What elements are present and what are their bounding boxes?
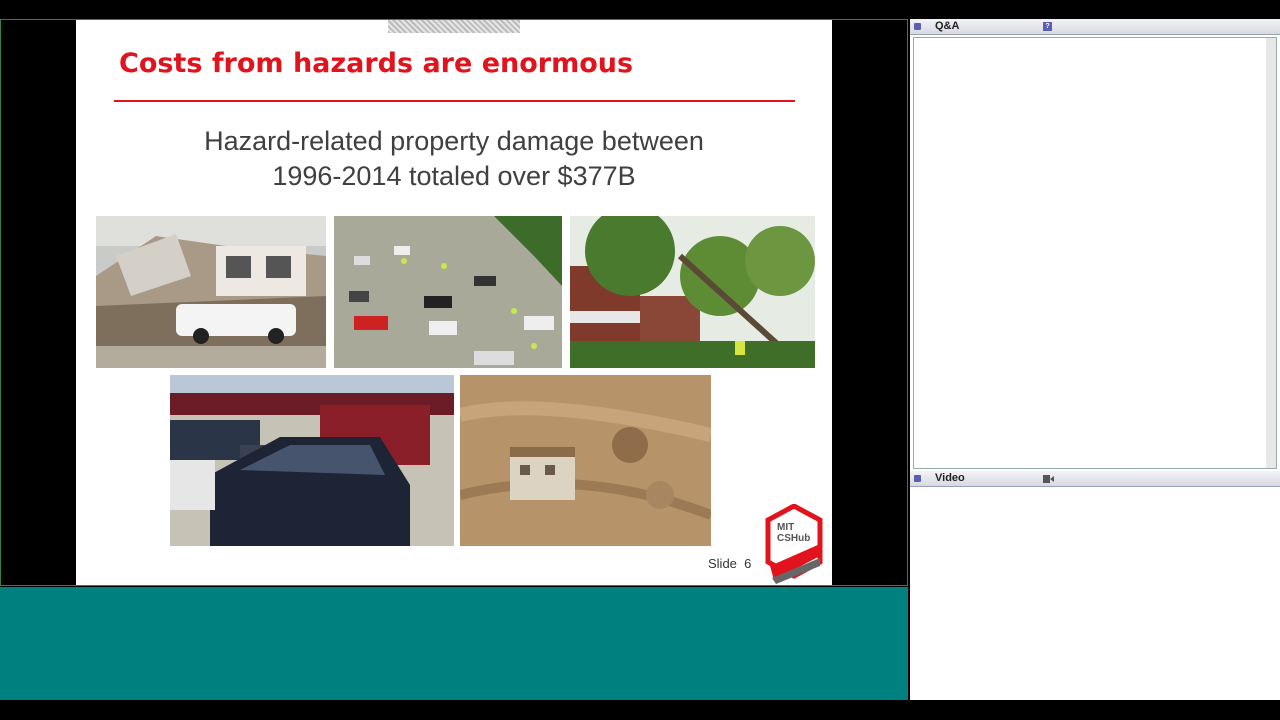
video-panel-header[interactable]: Video <box>910 471 1280 487</box>
logo-text-cshub: CSHub <box>777 533 811 544</box>
qa-panel-body[interactable] <box>913 37 1277 469</box>
subtitle-line-2: 1996-2014 totaled over $377B <box>272 161 636 191</box>
photo-flooded-street <box>334 216 562 368</box>
slide-subtitle: Hazard-related property damage between 1… <box>76 124 832 194</box>
photo-destroyed-house <box>96 216 326 368</box>
qa-panel-title: Q&A <box>935 20 960 32</box>
qa-panel-header[interactable]: Q&A ? <box>910 19 1280 35</box>
mit-cshub-logo: MIT CSHub <box>764 503 824 589</box>
video-panel-body <box>913 489 1277 700</box>
slide-title: Costs from hazards are enormous <box>119 48 634 79</box>
photo-fallen-tree <box>570 216 815 368</box>
qa-scrollbar[interactable] <box>1266 38 1276 468</box>
photo-hail-damaged-cars <box>170 375 454 546</box>
teal-bottom-bar <box>0 587 908 700</box>
help-icon[interactable]: ? <box>1043 22 1052 31</box>
slide-number: 6 <box>744 556 752 571</box>
slide-number-label: Slide 6 <box>708 556 751 571</box>
bottom-strip <box>0 700 1280 720</box>
video-panel-title: Video <box>935 472 965 484</box>
title-divider <box>114 100 795 102</box>
qa-panel: Q&A ? <box>910 19 1280 471</box>
subtitle-line-1: Hazard-related property damage between <box>204 126 704 156</box>
slide: Costs from hazards are enormous Hazard-r… <box>76 20 832 585</box>
logo-text-mit: MIT <box>777 522 795 533</box>
panel-collapse-icon[interactable] <box>914 475 921 482</box>
camera-icon[interactable] <box>1043 475 1054 483</box>
top-bar <box>0 0 1280 18</box>
slide-label: Slide <box>708 556 737 571</box>
video-panel: Video <box>910 471 1280 700</box>
photo-aerial-devastation <box>460 375 711 546</box>
panel-collapse-icon[interactable] <box>914 23 921 30</box>
stage-drag-handle[interactable] <box>388 20 520 33</box>
